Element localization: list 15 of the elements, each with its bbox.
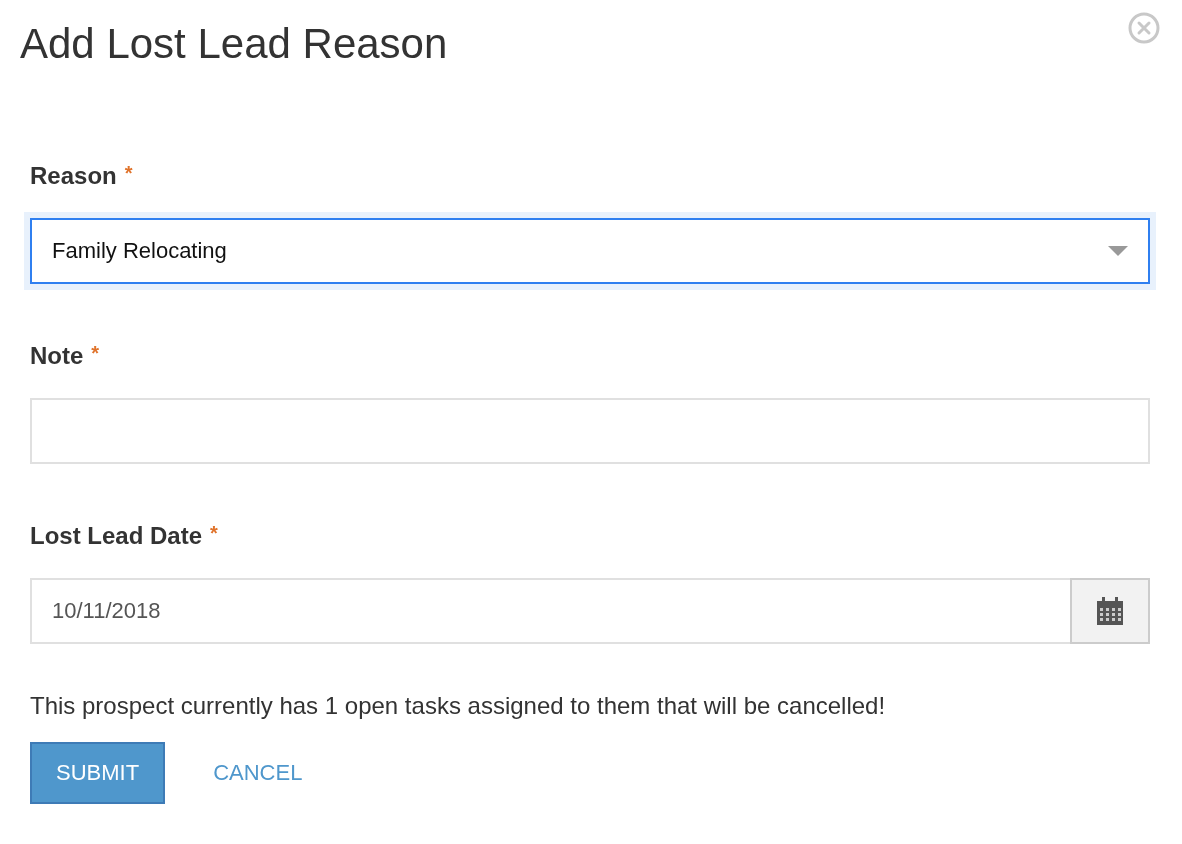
warning-message: This prospect currently has 1 open tasks assigned to them that will be cancelled! (30, 692, 887, 720)
caret-icon (1108, 246, 1128, 256)
field-label: Note (30, 342, 84, 371)
field-label: Lost Lead Date (30, 522, 203, 551)
required-mark: * (210, 522, 218, 546)
close-icon[interactable] (1128, 12, 1160, 44)
dialog-title: Add Lost Lead Reason (20, 20, 448, 68)
date-input[interactable]: 10/11/2018 (30, 578, 1070, 644)
reason-dropdown[interactable]: Family Relocating (30, 218, 1150, 284)
calendar-button[interactable] (1070, 578, 1150, 644)
field-label: Reason (30, 162, 117, 191)
note-input[interactable] (30, 398, 1150, 464)
required-mark: * (124, 162, 133, 186)
required-mark: * (91, 342, 100, 366)
calendar-icon (1097, 597, 1123, 625)
